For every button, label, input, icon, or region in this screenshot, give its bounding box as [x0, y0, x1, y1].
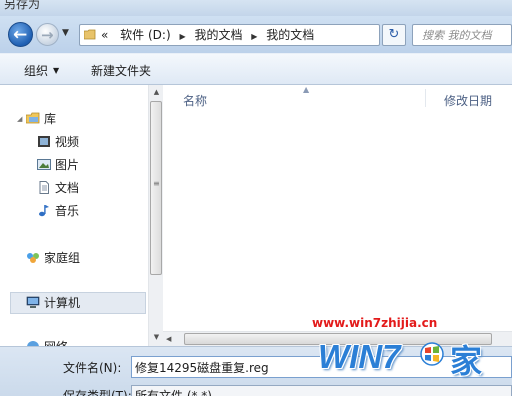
chevron-right-icon[interactable]: ▶	[251, 32, 257, 41]
breadcrumb: « 软件 (D:) ▶ 我的文档 ▶ 我的文档	[101, 27, 314, 45]
watermark-logo-text: WIN7	[318, 338, 401, 375]
nav-item-videos[interactable]: 视频	[37, 134, 79, 150]
command-bar: 组织 ▼ 新建文件夹	[0, 53, 512, 85]
nav-pane-scrollbar[interactable]: ▲ ≡ ▼	[148, 85, 163, 346]
column-header-modified[interactable]: 修改日期	[444, 92, 492, 109]
music-note-icon	[39, 205, 49, 217]
scrollbar-thumb[interactable]: ≡	[150, 101, 162, 275]
filetype-label: 保存类型(T):	[63, 389, 132, 396]
column-header-name[interactable]: 名称	[183, 92, 207, 109]
nav-item-homegroup[interactable]: 家庭组	[26, 250, 80, 266]
new-folder-button[interactable]: 新建文件夹	[91, 62, 151, 79]
breadcrumb-item-docs[interactable]: 我的文档	[194, 28, 242, 42]
video-icon	[38, 136, 50, 147]
arrow-left-icon: ←	[13, 25, 28, 45]
navigation-pane: ◢ 库 视频 图片 文档 音乐 家庭组 计算机	[0, 85, 148, 354]
grip-icon: ≡	[153, 179, 160, 188]
new-folder-label: 新建文件夹	[91, 64, 152, 78]
title-bar: 另存为	[0, 0, 512, 16]
breadcrumb-overflow[interactable]: «	[101, 28, 108, 42]
nav-item-label: 计算机	[44, 296, 81, 310]
document-icon	[39, 181, 49, 194]
nav-item-label: 音乐	[55, 204, 80, 218]
nav-item-label: 家庭组	[44, 251, 81, 265]
refresh-button[interactable]: ↻	[382, 24, 406, 46]
file-list: ▲ 名称 修改日期	[163, 85, 512, 346]
nav-item-label: 文档	[55, 181, 80, 195]
watermark-logo-char: 家	[450, 342, 483, 380]
windows-flag-icon	[420, 342, 444, 366]
computer-icon	[26, 296, 40, 308]
chevron-down-icon: ▼	[53, 66, 60, 75]
column-divider[interactable]	[425, 89, 426, 107]
forward-button[interactable]: →	[36, 23, 59, 46]
address-row: ← → ▼ « 软件 (D:) ▶ 我的文档 ▶ 我的文档 ▼ ↻	[0, 16, 512, 53]
watermark-url: www.win7zhijia.cn	[312, 316, 438, 330]
nav-item-pictures[interactable]: 图片	[37, 157, 79, 173]
back-button[interactable]: ←	[8, 22, 33, 47]
sort-indicator-icon: ▲	[303, 85, 310, 94]
nav-item-music[interactable]: 音乐	[37, 203, 79, 219]
picture-icon	[37, 159, 51, 170]
nav-item-label: 库	[44, 112, 57, 126]
folder-icon	[84, 29, 96, 40]
nav-item-documents[interactable]: 文档	[37, 180, 79, 196]
breadcrumb-item-drive[interactable]: 软件 (D:)	[120, 28, 170, 42]
search-input[interactable]	[413, 25, 512, 45]
arrow-right-icon: →	[41, 26, 54, 44]
scroll-left-icon[interactable]: ◀	[166, 332, 171, 347]
chevron-right-icon[interactable]: ▶	[179, 32, 185, 41]
nav-item-label: 视频	[55, 135, 80, 149]
expand-arrow-icon[interactable]: ◢	[17, 115, 22, 123]
scroll-up-icon[interactable]: ▲	[149, 85, 164, 99]
refresh-icon: ↻	[388, 27, 400, 42]
organize-button[interactable]: 组织 ▼	[24, 62, 59, 79]
organize-label: 组织	[24, 64, 49, 78]
library-icon	[26, 112, 40, 124]
scroll-down-icon[interactable]: ▼	[149, 330, 164, 344]
address-bar[interactable]: « 软件 (D:) ▶ 我的文档 ▶ 我的文档 ▼	[79, 24, 452, 46]
nav-item-computer[interactable]: 计算机	[26, 295, 80, 311]
breadcrumb-item-current[interactable]: 我的文档	[266, 28, 314, 42]
nav-item-label: 图片	[55, 158, 80, 172]
search-box[interactable]	[412, 24, 512, 46]
filename-label: 文件名(N):	[63, 361, 122, 375]
window-title: 另存为	[4, 0, 41, 11]
homegroup-icon	[27, 253, 39, 263]
nav-item-libraries[interactable]: 库	[26, 111, 56, 127]
filetype-select[interactable]: 所有文件 (*.*)	[131, 385, 512, 396]
filetype-value: 所有文件 (*.*)	[135, 389, 212, 396]
recent-pages-dropdown-icon[interactable]: ▼	[62, 28, 69, 38]
